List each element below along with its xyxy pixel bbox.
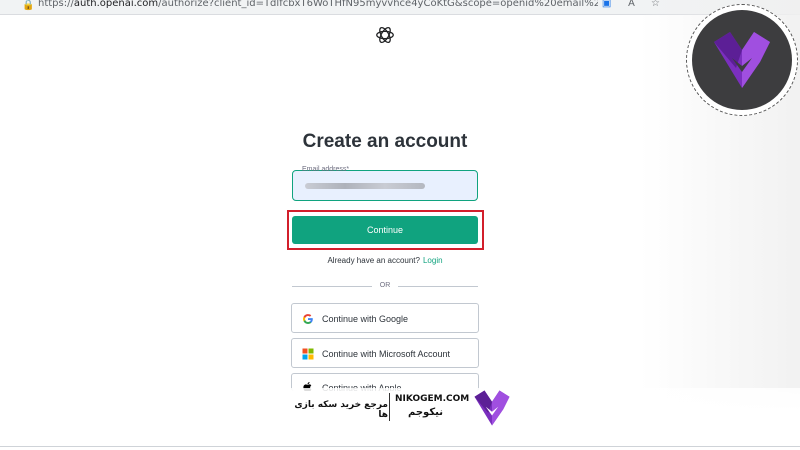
- continue-with-google-button[interactable]: Continue with Google: [291, 303, 479, 333]
- brand-badge: [692, 10, 792, 110]
- login-prompt: Already have an account? Login: [0, 256, 770, 265]
- lock-icon: 🔒: [22, 0, 35, 11]
- watermark-heart-logo-icon: [474, 390, 510, 426]
- have-account-text: Already have an account?: [327, 256, 420, 265]
- extension-icon[interactable]: ▣: [602, 0, 611, 9]
- read-aloud-icon[interactable]: A: [628, 0, 634, 9]
- continue-button[interactable]: Continue: [292, 216, 478, 244]
- google-g-icon: [303, 314, 313, 324]
- or-divider: OR: [292, 282, 478, 289]
- page-title: Create an account: [302, 131, 468, 152]
- watermark-site: NIKOGEM.COM: [395, 394, 470, 404]
- watermark-separator: [389, 393, 390, 421]
- openai-logo-icon: [376, 26, 394, 44]
- watermark-brand: نیکوجم: [408, 407, 443, 418]
- heart-logo-icon: [714, 32, 770, 88]
- address-url[interactable]: https://auth.openai.com/authorize?client…: [38, 0, 598, 9]
- or-text: OR: [379, 282, 391, 289]
- continue-with-microsoft-button[interactable]: Continue with Microsoft Account: [291, 338, 479, 368]
- google-button-label: Continue with Google: [322, 314, 409, 324]
- email-field[interactable]: Email address*: [292, 166, 478, 201]
- microsoft-button-label: Continue with Microsoft Account: [322, 349, 451, 359]
- bottom-rule: [0, 446, 800, 447]
- microsoft-logo-icon: [302, 348, 314, 360]
- login-link[interactable]: Login: [423, 256, 443, 265]
- watermark-tagline: مرجع خرید سکه بازی ها: [294, 400, 388, 420]
